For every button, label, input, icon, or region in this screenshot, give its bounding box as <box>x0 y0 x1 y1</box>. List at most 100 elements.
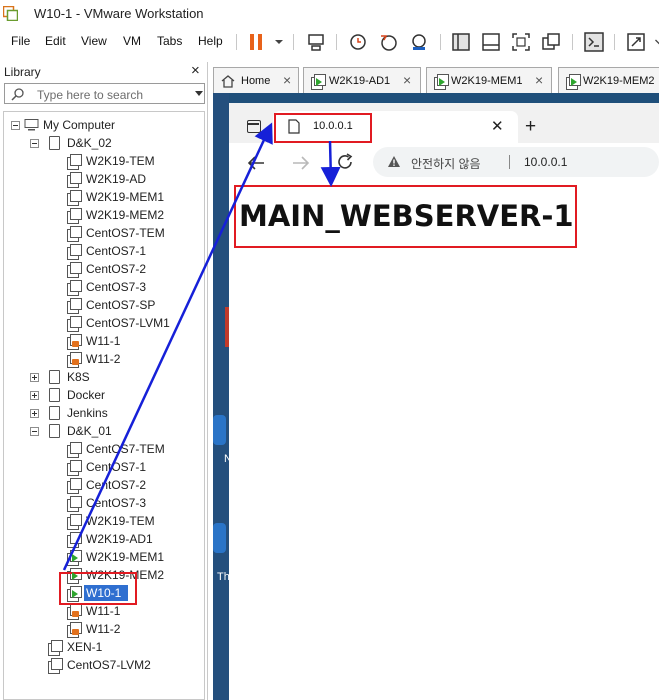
menu-help[interactable]: Help <box>198 34 223 48</box>
close-icon[interactable]: × <box>283 72 291 88</box>
vm-icon <box>67 280 82 296</box>
tree-vm-item[interactable]: CentOS7-TEM <box>4 440 204 458</box>
menu-file[interactable]: File <box>11 34 30 48</box>
vmware-app-icon <box>3 6 18 21</box>
tree-vm-item[interactable]: CentOS7-TEM <box>4 224 204 242</box>
tree-vm-item[interactable]: W11-2 <box>4 620 204 638</box>
expand-icon[interactable] <box>30 373 39 382</box>
tree-folder[interactable]: K8S <box>4 368 204 386</box>
vm-icon <box>67 316 82 332</box>
search-dropdown-arrow[interactable] <box>195 91 203 96</box>
pause-button[interactable] <box>245 31 267 53</box>
tree-vm-item[interactable]: W2K19-TEM <box>4 512 204 530</box>
tree-vm-item[interactable]: CentOS7-SP <box>4 296 204 314</box>
full-screen-button[interactable] <box>510 31 532 53</box>
tree-vm-item[interactable]: W2K19-TEM <box>4 152 204 170</box>
folder-icon <box>49 424 60 438</box>
browser-tab-strip: 10.0.0.1 ✕ + <box>229 103 659 143</box>
tree-vm-item[interactable]: W2K19-MEM1 <box>4 548 204 566</box>
menu-edit[interactable]: Edit <box>45 34 66 48</box>
tree-vm-item[interactable]: CentOS7-1 <box>4 458 204 476</box>
address-url: 10.0.0.1 <box>524 155 568 169</box>
tree-vm-item[interactable]: CentOS7-3 <box>4 278 204 296</box>
library-close-button[interactable]: × <box>191 62 200 79</box>
menu-view[interactable]: View <box>81 34 107 48</box>
folder-icon <box>49 136 60 150</box>
console-view-button[interactable] <box>583 31 605 53</box>
revert-snapshot-button[interactable] <box>378 31 400 53</box>
close-icon[interactable]: × <box>403 72 411 88</box>
tree-vm-item[interactable]: W2K19-MEM1 <box>4 188 204 206</box>
keyboard-icon <box>308 34 324 51</box>
menu-tabs[interactable]: Tabs <box>157 34 182 48</box>
refresh-icon[interactable] <box>336 153 354 171</box>
tree-vm-item[interactable]: W11-1 <box>4 602 204 620</box>
tree-vm-item[interactable]: W2K19-AD1 <box>4 530 204 548</box>
show-library-button[interactable] <box>450 31 472 53</box>
expand-icon[interactable] <box>30 409 39 418</box>
stretch-guest-button[interactable] <box>625 31 647 53</box>
guest-desktop-icon[interactable] <box>213 523 226 553</box>
library-search-input[interactable]: Type here to search <box>4 83 205 104</box>
menu-bar: File Edit View VM Tabs Help <box>0 28 659 56</box>
stretch-icon <box>627 33 645 51</box>
browser-tab[interactable]: 10.0.0.1 ✕ <box>273 111 518 143</box>
tree-vm-item[interactable]: W10-1 <box>4 584 204 602</box>
tree-vm-item[interactable]: CentOS7-LVM2 <box>4 656 204 674</box>
tree-vm-item[interactable]: CentOS7-2 <box>4 476 204 494</box>
tree-folder[interactable]: D&K_02 <box>4 134 204 152</box>
tab-w2k19-ad1[interactable]: W2K19-AD1 × <box>303 67 421 94</box>
power-menu-dropdown[interactable] <box>268 31 283 53</box>
tree-node-label: My Computer <box>43 118 116 132</box>
tree-folder[interactable]: Jenkins <box>4 404 204 422</box>
vm-encrypted-icon <box>67 334 82 350</box>
address-bar[interactable]: 안전하지 않음 10.0.0.1 <box>373 147 659 177</box>
warning-icon[interactable] <box>387 155 401 168</box>
tree-vm-item[interactable]: CentOS7-LVM1 <box>4 314 204 332</box>
tree-vm-item[interactable]: W2K19-MEM2 <box>4 206 204 224</box>
tree-folder[interactable]: Docker <box>4 386 204 404</box>
collapse-icon[interactable] <box>30 139 39 148</box>
tree-vm-item[interactable]: CentOS7-3 <box>4 494 204 512</box>
guest-desktop-icon-label: Th <box>217 571 230 583</box>
tree-vm-item[interactable]: W2K19-AD <box>4 170 204 188</box>
guest-desktop-icon[interactable] <box>213 415 226 445</box>
close-icon[interactable]: ✕ <box>491 117 504 135</box>
tree-my-computer[interactable]: My Computer <box>4 116 204 134</box>
home-icon <box>221 75 235 88</box>
edge-browser-window: 10.0.0.1 ✕ + 안전하지 않음 10.0.0.1 MAIN_WEBSE… <box>229 103 659 700</box>
browser-tab-title: 10.0.0.1 <box>313 120 353 132</box>
collapse-icon[interactable] <box>30 427 39 436</box>
vm-icon <box>67 208 82 224</box>
expand-icon[interactable] <box>30 391 39 400</box>
unity-button[interactable] <box>540 31 562 53</box>
tree-vm-item[interactable]: W11-2 <box>4 350 204 368</box>
new-tab-button[interactable]: + <box>525 116 536 138</box>
send-ctrl-alt-del-button[interactable] <box>305 31 327 53</box>
tree-vm-item[interactable]: CentOS7-1 <box>4 242 204 260</box>
vm-running-icon <box>67 586 82 602</box>
tree-vm-item[interactable]: W11-1 <box>4 332 204 350</box>
collapse-icon[interactable] <box>11 121 20 130</box>
tree-vm-item[interactable]: W2K19-MEM2 <box>4 566 204 584</box>
vm-console[interactable]: N Th 10.0.0.1 ✕ + 안전하지 않음 10.0.0.1 MAIN_… <box>213 93 659 700</box>
tab-home[interactable]: Home × <box>213 67 299 94</box>
take-snapshot-button[interactable] <box>347 31 369 53</box>
menu-vm[interactable]: VM <box>123 34 141 48</box>
tree-vm-item[interactable]: XEN-1 <box>4 638 204 656</box>
thumbnail-bar-button[interactable] <box>480 31 502 53</box>
back-arrow-icon[interactable] <box>247 155 265 171</box>
tab-w2k19-mem1[interactable]: W2K19-MEM1 × <box>426 67 552 94</box>
stretch-menu-dropdown[interactable] <box>648 31 659 53</box>
title-bar: W10-1 - VMware Workstation <box>0 0 659 28</box>
tab-w2k19-mem2[interactable]: W2K19-MEM2 <box>558 67 659 94</box>
forward-arrow-icon[interactable] <box>292 155 310 171</box>
tab-actions-icon[interactable] <box>247 120 261 133</box>
tree-node-label: W2K19-MEM1 <box>86 550 165 564</box>
tree-folder[interactable]: D&K_01 <box>4 422 204 440</box>
snapshot-manager-button[interactable] <box>408 31 430 53</box>
tree-node-label: D&K_01 <box>67 424 112 438</box>
tree-vm-item[interactable]: CentOS7-2 <box>4 260 204 278</box>
close-icon[interactable]: × <box>535 72 543 88</box>
library-tree[interactable]: My Computer D&K_02 W2K19-TEM W2K19-AD W2K19-… <box>3 111 205 700</box>
